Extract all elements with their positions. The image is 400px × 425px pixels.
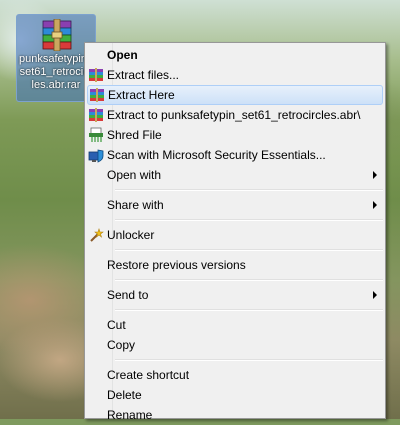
- menu-item-unlocker[interactable]: Unlocker: [87, 225, 383, 245]
- menu-item-extract-files[interactable]: Extract files...: [87, 65, 383, 85]
- winrar-icon: [90, 88, 104, 102]
- winrar-archive-icon: [42, 19, 72, 51]
- menu-separator: [115, 359, 383, 361]
- menu-separator: [115, 219, 383, 221]
- submenu-arrow-icon: [373, 171, 377, 179]
- security-essentials-icon: [88, 149, 104, 163]
- menu-item-label: Cut: [107, 318, 126, 332]
- submenu-arrow-icon: [373, 291, 377, 299]
- winrar-icon: [89, 68, 103, 82]
- menu-item-share-with[interactable]: Share with: [87, 195, 383, 215]
- menu-item-rename[interactable]: Rename: [87, 405, 383, 425]
- menu-item-label: Extract to punksafetypin_set61_retrocirc…: [107, 108, 361, 122]
- menu-item-label: Copy: [107, 338, 136, 352]
- menu-item-label: Shred File: [107, 128, 162, 142]
- menu-item-label: Open: [107, 48, 138, 62]
- menu-item-label: Share with: [107, 198, 164, 212]
- menu-item-label: Extract Here: [108, 88, 175, 102]
- menu-item-scan-mse[interactable]: Scan with Microsoft Security Essentials.…: [87, 145, 383, 165]
- menu-item-label: Rename: [107, 408, 153, 422]
- menu-item-label: Unlocker: [107, 228, 155, 242]
- menu-item-label: Extract files...: [107, 68, 180, 82]
- menu-item-label: Scan with Microsoft Security Essentials.…: [107, 148, 326, 162]
- unlocker-wand-icon: [90, 228, 104, 242]
- menu-item-extract-to[interactable]: Extract to punksafetypin_set61_retrocirc…: [87, 105, 383, 125]
- menu-item-copy[interactable]: Copy: [87, 335, 383, 355]
- winrar-icon: [89, 108, 103, 122]
- menu-item-create-shortcut[interactable]: Create shortcut: [87, 365, 383, 385]
- menu-item-open-with[interactable]: Open with: [87, 165, 383, 185]
- menu-separator: [115, 249, 383, 251]
- menu-item-send-to[interactable]: Send to: [87, 285, 383, 305]
- menu-item-label: Send to: [107, 288, 149, 302]
- menu-item-cut[interactable]: Cut: [87, 315, 383, 335]
- menu-separator: [115, 309, 383, 311]
- context-menu: Open Extract files... Extract Here Extra…: [84, 42, 386, 422]
- menu-item-label: Delete: [107, 388, 142, 402]
- menu-item-open[interactable]: Open: [87, 45, 383, 65]
- desktop-file-label: punksafetypin_set61_retrocircles.abr.rar: [19, 53, 93, 91]
- menu-separator: [115, 189, 383, 191]
- menu-item-restore-previous-versions[interactable]: Restore previous versions: [87, 255, 383, 275]
- menu-item-label: Create shortcut: [107, 368, 190, 382]
- menu-item-delete[interactable]: Delete: [87, 385, 383, 405]
- menu-item-label: Restore previous versions: [107, 258, 246, 272]
- menu-item-extract-here[interactable]: Extract Here: [87, 85, 383, 105]
- submenu-arrow-icon: [373, 201, 377, 209]
- menu-item-shred-file[interactable]: Shred File: [87, 125, 383, 145]
- menu-separator: [115, 279, 383, 281]
- shred-icon: [89, 127, 103, 142]
- menu-item-label: Open with: [107, 168, 162, 182]
